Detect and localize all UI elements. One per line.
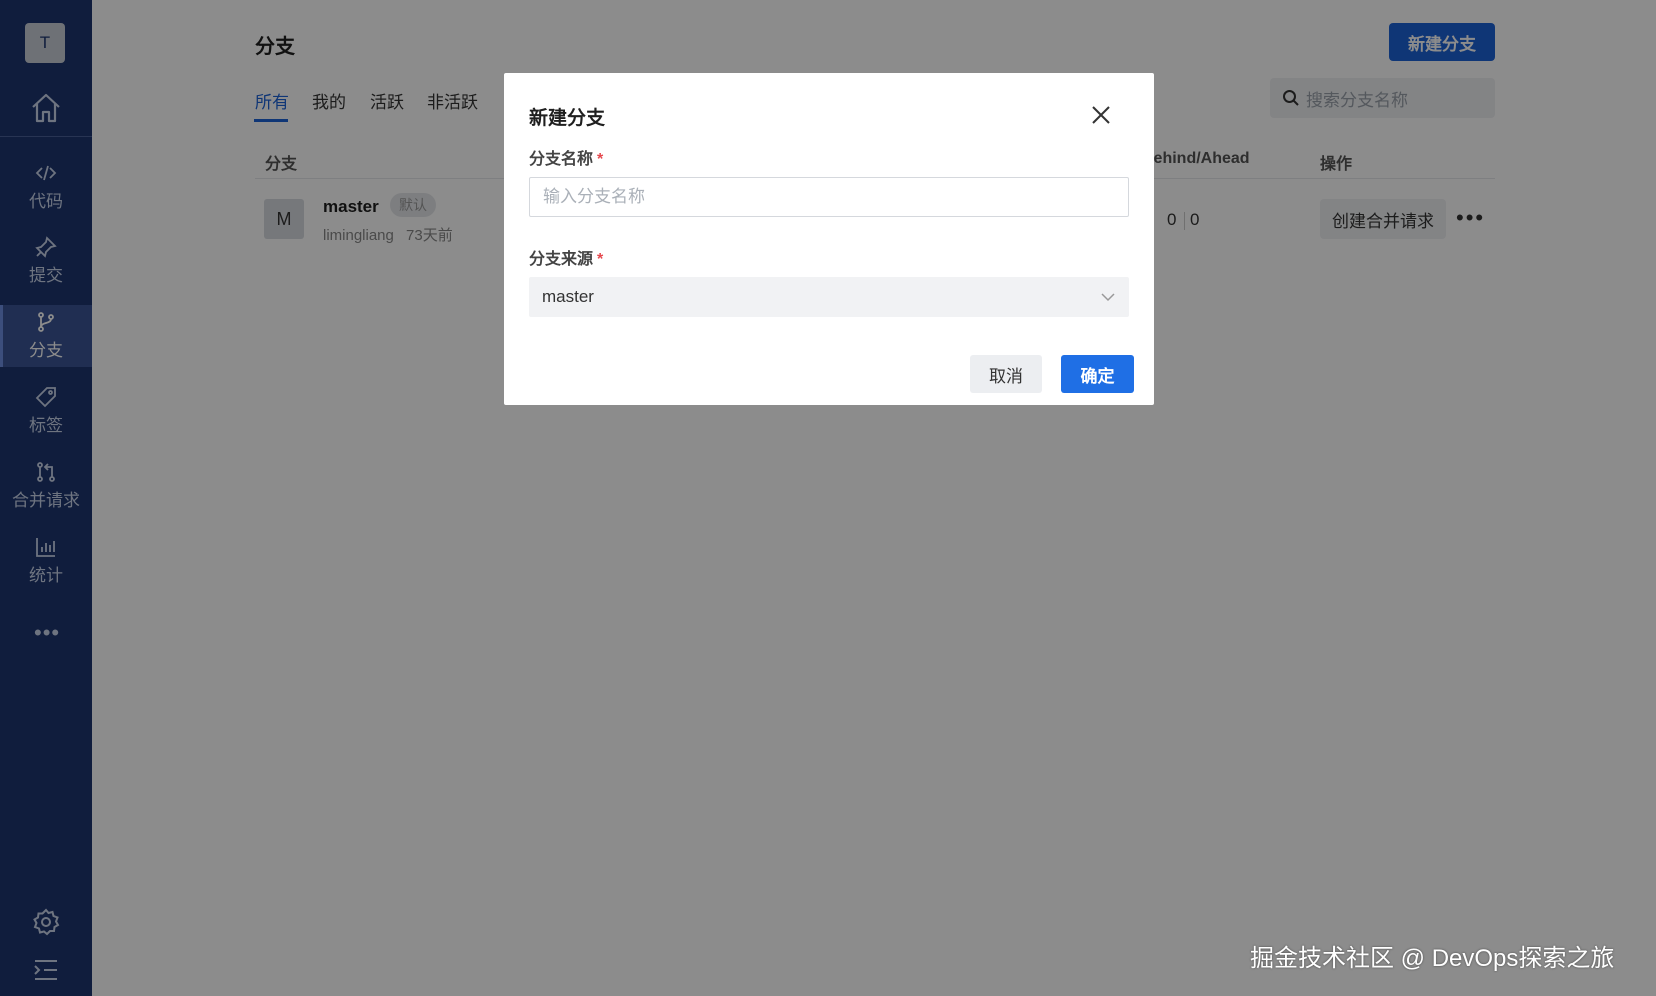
watermark: 掘金技术社区 @ DevOps探索之旅 <box>1250 945 1615 972</box>
dialog-title: 新建分支 <box>529 108 606 129</box>
chevron-down-icon <box>1101 293 1115 302</box>
required-mark: * <box>597 251 604 268</box>
branch-source-value: master <box>542 287 594 306</box>
cancel-button[interactable]: 取消 <box>970 355 1042 393</box>
new-branch-dialog: 新建分支 分支名称* 分支来源* master 取消 确定 <box>504 73 1154 405</box>
branch-name-label-text: 分支名称 <box>529 151 594 168</box>
branch-name-input[interactable] <box>529 177 1129 217</box>
close-icon[interactable] <box>1089 103 1113 127</box>
confirm-button[interactable]: 确定 <box>1061 355 1134 393</box>
branch-source-select[interactable]: master <box>529 277 1129 317</box>
required-mark: * <box>597 151 604 168</box>
branch-name-label: 分支名称 * <box>529 145 603 169</box>
branch-source-label-text: 分支来源 <box>529 251 594 268</box>
branch-source-label: 分支来源 * <box>529 245 603 269</box>
